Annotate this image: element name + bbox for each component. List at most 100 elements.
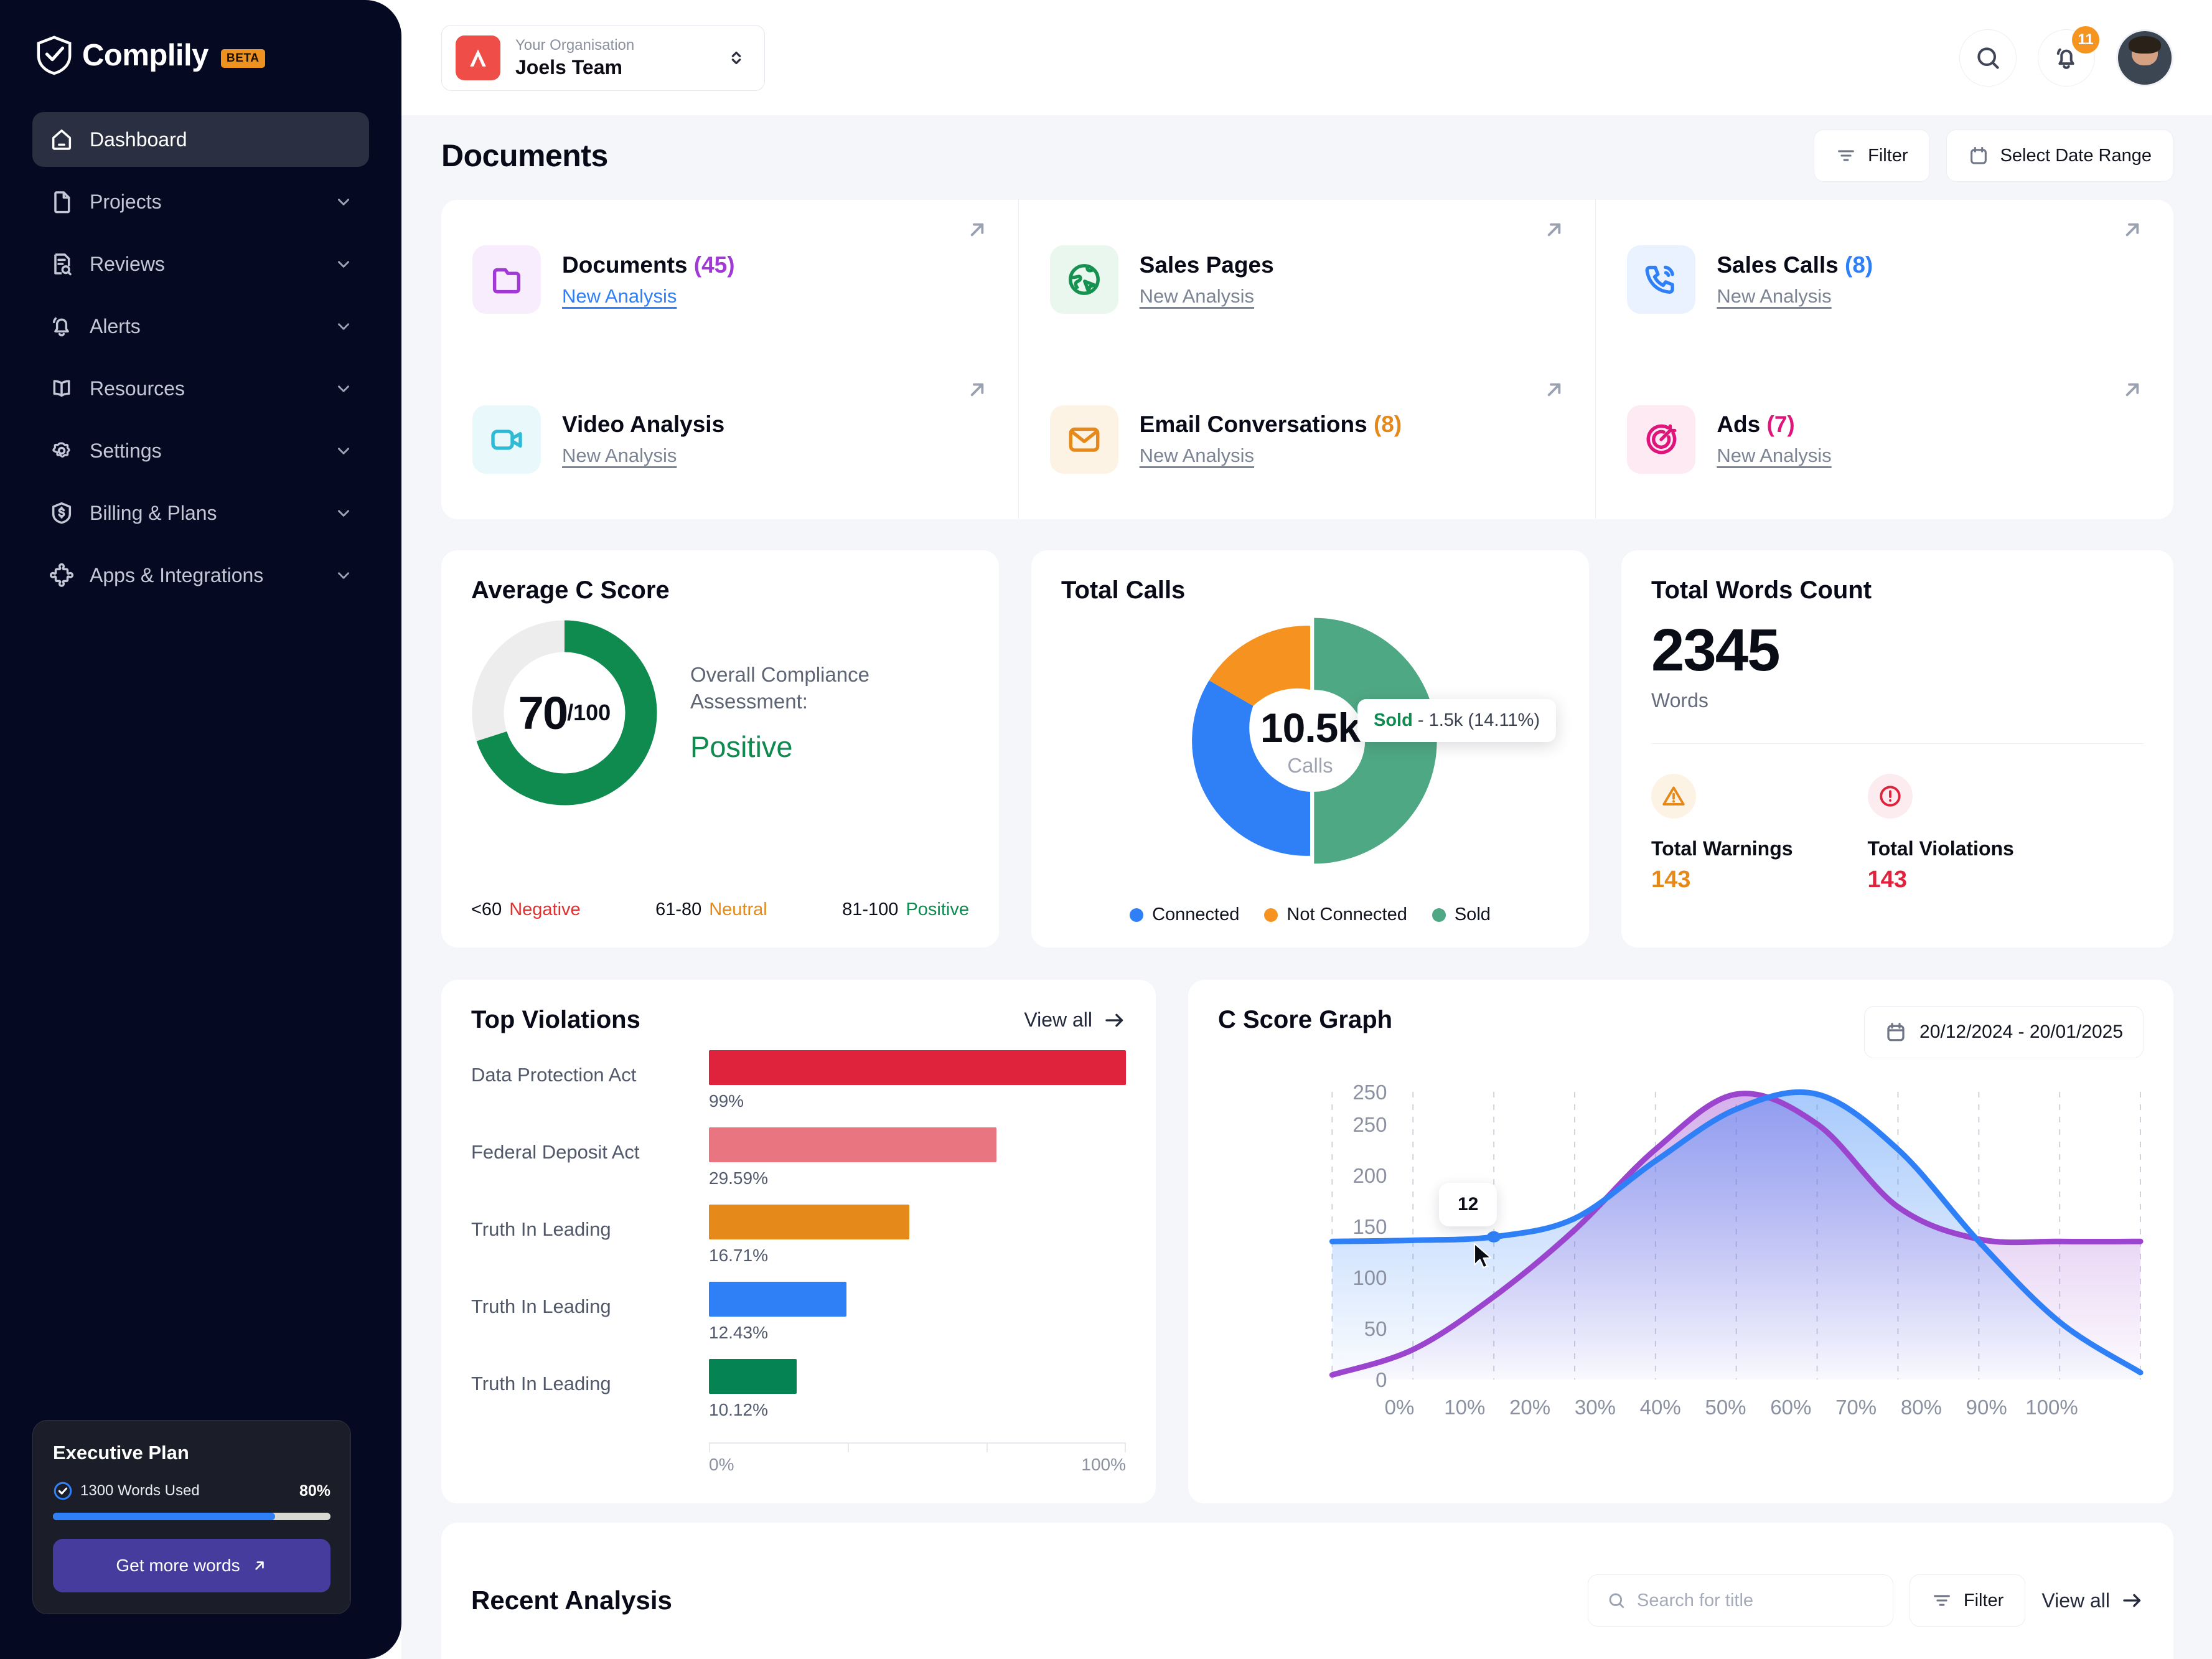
tile-sales-calls[interactable]: Sales Calls (8) New Analysis bbox=[1596, 200, 2173, 360]
x-axis-tick: 40% bbox=[1640, 1396, 1681, 1419]
puzzle-icon bbox=[49, 562, 75, 588]
violation-row: Truth In Leading 10.12% bbox=[471, 1359, 1126, 1436]
tile-new-analysis-link[interactable]: New Analysis bbox=[1140, 285, 1274, 308]
warnings-label: Total Warnings bbox=[1651, 837, 1793, 860]
arrow-up-right-icon bbox=[255, 1561, 264, 1570]
notifications-button[interactable]: 11 bbox=[2038, 26, 2099, 87]
c-score-scale: <60 Negative 61-80 Neutral 81-100 Positive bbox=[471, 900, 969, 920]
violation-label: Data Protection Act bbox=[471, 1064, 637, 1086]
y-axis-tick: 0 bbox=[1375, 1368, 1387, 1391]
violation-label: Truth In Leading bbox=[471, 1218, 611, 1240]
avatar[interactable] bbox=[2116, 29, 2173, 87]
x-axis-tick: 90% bbox=[1966, 1396, 2007, 1419]
dashboard-root: Complily BETA Dashboard Projects Reviews… bbox=[0, 0, 2212, 1659]
c-score-denominator: /100 bbox=[567, 700, 611, 725]
sidebar-item-label: Resources bbox=[90, 377, 185, 400]
tile-new-analysis-link[interactable]: New Analysis bbox=[1717, 285, 1873, 308]
tile-new-analysis-link[interactable]: New Analysis bbox=[562, 444, 724, 467]
warning-triangle-icon bbox=[1651, 774, 1696, 819]
open-arrow-icon[interactable] bbox=[2120, 377, 2145, 402]
org-logo-icon bbox=[456, 35, 500, 80]
mouse-cursor-icon bbox=[1470, 1241, 1496, 1273]
card-title: Average C Score bbox=[471, 576, 670, 604]
topbar-actions: 11 bbox=[1959, 26, 2173, 87]
metrics-row: Average C Score 70 /100 Overall Complian… bbox=[441, 550, 2173, 947]
chevron-down-icon[interactable] bbox=[334, 192, 353, 211]
plan-progress-fill bbox=[53, 1513, 275, 1520]
search-input[interactable] bbox=[1637, 1590, 1874, 1611]
card-title: Total Calls bbox=[1061, 576, 1186, 604]
tile-video-analysis[interactable]: Video Analysis New Analysis bbox=[441, 360, 1018, 520]
open-arrow-icon[interactable] bbox=[965, 217, 990, 242]
open-arrow-icon[interactable] bbox=[1542, 377, 1567, 402]
total-calls-card: Total Calls 10.5k Calls Sold - 1.5k (14.… bbox=[1031, 550, 1589, 947]
search-button[interactable] bbox=[1959, 29, 2017, 87]
c-score-graph-card: C Score Graph 20/12/2024 - 20/01/2025 25… bbox=[1188, 980, 2173, 1503]
recent-analysis-title: Recent Analysis bbox=[471, 1586, 672, 1615]
chevron-down-icon[interactable] bbox=[334, 566, 353, 585]
shield-check-icon bbox=[35, 35, 73, 76]
view-all-violations-button[interactable]: View all bbox=[1024, 1008, 1126, 1032]
filter-button[interactable]: Filter bbox=[1814, 129, 1930, 182]
x-axis-tick: 100% bbox=[2025, 1396, 2078, 1419]
y-axis-tick: 250 bbox=[1352, 1081, 1387, 1104]
sidebar-item-billing-plans[interactable]: Billing & Plans bbox=[32, 486, 369, 540]
recent-filter-button[interactable]: Filter bbox=[1909, 1574, 2026, 1627]
chevron-down-icon[interactable] bbox=[334, 504, 353, 522]
tile-email-conversations[interactable]: Email Conversations (8) New Analysis bbox=[1019, 360, 1596, 520]
tile-new-analysis-link[interactable]: New Analysis bbox=[562, 285, 735, 308]
tile-count: (8) bbox=[1845, 251, 1873, 278]
sidebar-item-reviews[interactable]: Reviews bbox=[32, 237, 369, 291]
c-score-gauge: 70 /100 bbox=[471, 619, 658, 806]
folder-icon bbox=[472, 245, 541, 314]
x-axis-tick: 10% bbox=[1444, 1396, 1485, 1419]
legend-item: Sold bbox=[1432, 905, 1491, 925]
open-arrow-icon[interactable] bbox=[2120, 217, 2145, 242]
sidebar-item-label: Dashboard bbox=[90, 128, 187, 151]
date-range-label: Select Date Range bbox=[2000, 145, 2152, 166]
open-arrow-icon[interactable] bbox=[1542, 217, 1567, 242]
average-c-score-card: Average C Score 70 /100 Overall Complian… bbox=[441, 550, 999, 947]
sidebar-item-projects[interactable]: Projects bbox=[32, 174, 369, 229]
arrow-right-icon bbox=[1105, 1013, 1123, 1027]
chevron-down-icon[interactable] bbox=[334, 317, 353, 336]
get-more-words-button[interactable]: Get more words bbox=[53, 1539, 330, 1592]
graph-date-range-button[interactable]: 20/12/2024 - 20/01/2025 bbox=[1864, 1006, 2144, 1058]
tile-count: (7) bbox=[1766, 411, 1795, 438]
notification-badge: 11 bbox=[2072, 26, 2099, 54]
chevron-down-icon[interactable] bbox=[334, 255, 353, 273]
calls-legend: Connected Not Connected Sold bbox=[1031, 905, 1589, 925]
book-icon bbox=[49, 375, 75, 402]
c-score-value: 70 bbox=[518, 687, 568, 739]
recent-search-box[interactable] bbox=[1587, 1574, 1893, 1627]
chevron-up-down-icon[interactable] bbox=[726, 47, 747, 68]
tile-new-analysis-link[interactable]: New Analysis bbox=[1717, 444, 1831, 467]
org-switcher[interactable]: Your Organisation Joels Team bbox=[441, 24, 765, 91]
sidebar-item-settings[interactable]: Settings bbox=[32, 423, 369, 478]
chevron-down-icon[interactable] bbox=[334, 379, 353, 398]
legend-swatch bbox=[1130, 908, 1144, 922]
sidebar-item-label: Reviews bbox=[90, 252, 165, 275]
sidebar-item-dashboard[interactable]: Dashboard bbox=[32, 112, 369, 167]
tile-ads[interactable]: Ads (7) New Analysis bbox=[1596, 360, 2173, 520]
tile-title: Ads bbox=[1717, 411, 1761, 438]
legend-item: Connected bbox=[1130, 905, 1239, 925]
tile-documents[interactable]: Documents (45) New Analysis bbox=[441, 200, 1018, 360]
filter-icon bbox=[1933, 1595, 1950, 1606]
view-all-recent-button[interactable]: View all bbox=[2041, 1589, 2144, 1612]
tile-new-analysis-link[interactable]: New Analysis bbox=[1140, 444, 1402, 467]
scale-label: Neutral bbox=[709, 900, 767, 919]
tile-sales-pages[interactable]: Sales Pages New Analysis bbox=[1019, 200, 1596, 360]
sidebar-item-apps-integrations[interactable]: Apps & Integrations bbox=[32, 548, 369, 603]
y-axis-tick: 150 bbox=[1352, 1215, 1387, 1238]
violation-bar bbox=[709, 1127, 997, 1162]
total-words-count-card: Total Words Count 2345 Words Total Warni… bbox=[1621, 550, 2173, 947]
gear-icon bbox=[49, 438, 75, 464]
chevron-down-icon[interactable] bbox=[334, 441, 353, 460]
select-date-range-button[interactable]: Select Date Range bbox=[1946, 129, 2173, 182]
sidebar-item-alerts[interactable]: Alerts bbox=[32, 299, 369, 354]
sidebar-item-resources[interactable]: Resources bbox=[32, 361, 369, 416]
violation-percent: 29.59% bbox=[709, 1168, 768, 1188]
open-arrow-icon[interactable] bbox=[965, 377, 990, 402]
review-search-icon bbox=[49, 251, 75, 277]
